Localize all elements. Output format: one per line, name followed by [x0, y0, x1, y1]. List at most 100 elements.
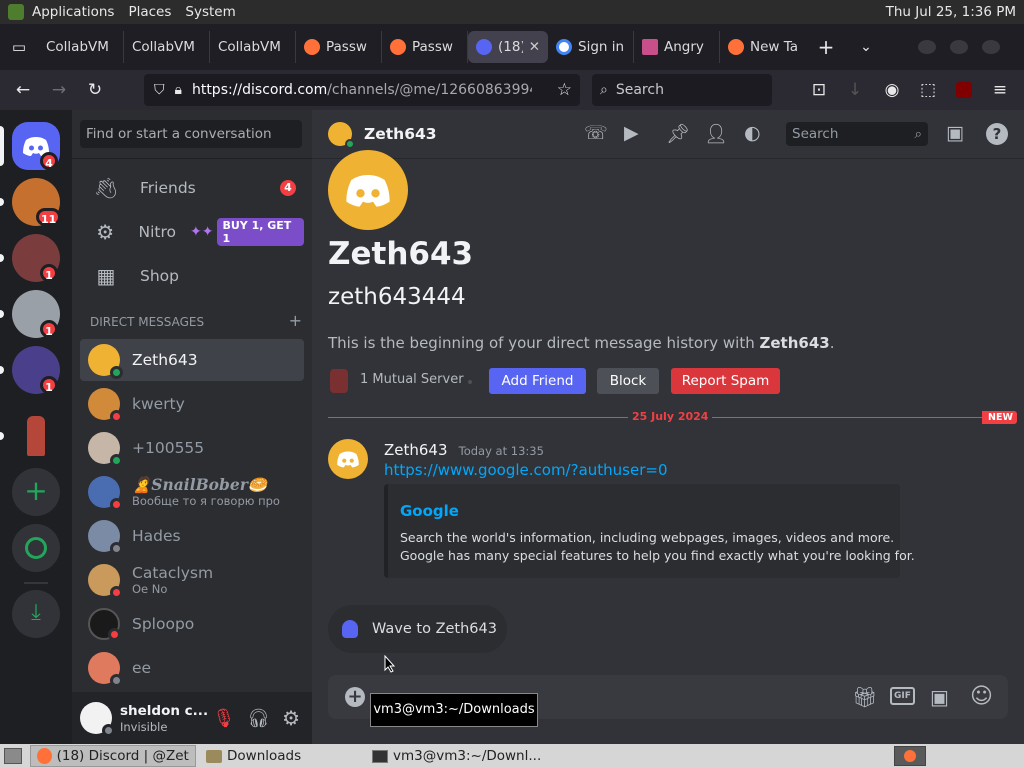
- taskbar-item-downloads[interactable]: Downloads: [200, 745, 366, 767]
- new-tab-plus-icon[interactable]: +: [806, 35, 846, 59]
- header-search-input[interactable]: Search ⌕: [786, 122, 928, 146]
- search-icon: ⌕: [914, 126, 922, 142]
- extensions-icon[interactable]: ⬚: [913, 75, 943, 105]
- dm-item-kwerty[interactable]: kwerty: [80, 383, 304, 425]
- tab-new-tab[interactable]: New Tab: [720, 31, 806, 63]
- taskbar-item-terminal[interactable]: vm3@vm3:~/Downl...: [366, 745, 566, 767]
- close-tab-icon[interactable]: ✕: [529, 39, 540, 55]
- message-timestamp: Today at 13:35: [458, 444, 544, 458]
- embed-title[interactable]: Google: [400, 502, 459, 520]
- server-avatar-5[interactable]: [12, 412, 60, 460]
- dm-item-100555[interactable]: +100555: [80, 427, 304, 469]
- user-info[interactable]: sheldon c... Invisible: [120, 703, 208, 734]
- message-link[interactable]: https://www.google.com/?authuser=0: [384, 461, 668, 479]
- user-avatar[interactable]: [80, 702, 115, 737]
- forward-arrow-icon[interactable]: →: [44, 75, 74, 105]
- dm-item-zeth643[interactable]: Zeth643: [80, 339, 304, 381]
- help-icon[interactable]: ?: [986, 123, 1008, 145]
- headphones-icon[interactable]: 🎧︎: [247, 708, 270, 729]
- browser-search-bar[interactable]: ⌕ Search: [592, 74, 772, 106]
- clock[interactable]: Thu Jul 25, 1:36 PM: [886, 4, 1016, 20]
- pocket-icon[interactable]: ⊡: [804, 75, 834, 105]
- dm-item-ee[interactable]: ee: [80, 647, 304, 689]
- sticker-icon[interactable]: ▣: [930, 685, 949, 709]
- reload-icon[interactable]: ↻: [80, 75, 110, 105]
- workspace-switcher[interactable]: [894, 746, 926, 766]
- voice-call-icon[interactable]: ☏: [584, 122, 608, 144]
- tab-password-2[interactable]: Passw: [382, 31, 468, 63]
- status-dnd-icon: [110, 498, 123, 511]
- user-status: Invisible: [120, 719, 168, 734]
- add-friend-button[interactable]: Add Friend: [489, 368, 586, 394]
- places-menu[interactable]: Places: [128, 4, 171, 20]
- system-menu[interactable]: System: [185, 4, 235, 20]
- bookmark-star-icon[interactable]: ☆: [557, 80, 572, 100]
- firefox-icon: [390, 39, 406, 55]
- gift-icon[interactable]: 🎁︎: [852, 685, 877, 709]
- tab-password-1[interactable]: Passw: [296, 31, 382, 63]
- add-server-button[interactable]: +: [12, 468, 60, 516]
- explore-servers-button[interactable]: [12, 524, 60, 572]
- discord-tab-icon: [476, 39, 492, 55]
- dm-item-cataclysm[interactable]: Cataclysm Oe No: [80, 559, 304, 601]
- inbox-icon[interactable]: ▣: [946, 122, 964, 144]
- intro-username: zeth643444: [328, 284, 466, 310]
- sidebar-item-shop[interactable]: ▦ Shop: [80, 255, 304, 297]
- user-settings-gear-icon[interactable]: ⚙: [282, 706, 300, 730]
- applications-menu[interactable]: Applications: [32, 4, 114, 20]
- pinned-messages-icon[interactable]: 📌︎: [666, 122, 690, 145]
- firefox-icon: [904, 750, 916, 762]
- tab-collabvm-3[interactable]: CollabVM: [210, 31, 296, 63]
- url-bar[interactable]: ⛉ 🔒︎ https://discord.com/channels/@me/12…: [144, 74, 580, 106]
- dm-item-sploopo[interactable]: Sploopo: [80, 603, 304, 645]
- video-call-icon[interactable]: ▶: [624, 122, 639, 144]
- report-spam-button[interactable]: Report Spam: [671, 368, 780, 394]
- show-desktop-icon[interactable]: [4, 748, 22, 764]
- tab-angry[interactable]: Angry: [634, 31, 720, 63]
- tab-discord[interactable]: (18) ✕: [468, 31, 548, 63]
- dm-name: Hades: [132, 527, 181, 545]
- sidebar-item-nitro[interactable]: ⚙︎ Nitro ✦✦ BUY 1, GET 1: [80, 211, 304, 253]
- tab-collabvm-1[interactable]: CollabVM: [38, 31, 124, 63]
- dm-item-hades[interactable]: Hades: [80, 515, 304, 557]
- list-tabs-chevron-icon[interactable]: ⌄: [846, 39, 886, 55]
- sparkle-icon: ✦✦: [190, 224, 214, 240]
- taskbar-item-firefox[interactable]: (18) Discord | @Zet...: [30, 745, 196, 767]
- message-avatar[interactable]: [328, 439, 368, 479]
- window-close-icon[interactable]: [982, 40, 1000, 54]
- attach-plus-icon[interactable]: +: [345, 687, 365, 707]
- emoji-icon[interactable]: ☺: [970, 684, 993, 709]
- dm-name: Cataclysm: [132, 564, 214, 582]
- back-arrow-icon[interactable]: ←: [8, 75, 38, 105]
- url-text: https://discord.com/channels/@me/1266086…: [192, 82, 532, 98]
- find-conversation-input[interactable]: Find or start a conversation: [80, 120, 302, 148]
- nitro-label: Nitro: [138, 223, 177, 241]
- tab-sign-in[interactable]: Sign in: [548, 31, 634, 63]
- apps-menu-icon[interactable]: [8, 4, 24, 20]
- header-search-placeholder: Search: [792, 126, 839, 142]
- downloads-icon[interactable]: ↓: [840, 75, 870, 105]
- menu-hamburger-icon[interactable]: ≡: [985, 75, 1015, 105]
- ublock-icon[interactable]: [956, 82, 972, 98]
- account-icon[interactable]: ◉: [877, 75, 907, 105]
- mutual-servers[interactable]: 1 Mutual Server: [360, 372, 464, 387]
- window-maximize-icon[interactable]: [950, 40, 968, 54]
- download-apps-button[interactable]: ⤓: [12, 590, 60, 638]
- wave-button[interactable]: Wave to Zeth643: [328, 605, 507, 653]
- mute-mic-icon[interactable]: 🎙︎: [212, 708, 235, 729]
- lock-icon: 🔒︎: [174, 82, 182, 98]
- dm-item-snailbober[interactable]: 🙎SnailBober🥯Вообще то я говорю про кит..…: [80, 471, 304, 513]
- create-dm-plus-icon[interactable]: +: [289, 313, 302, 329]
- tab-overview-icon[interactable]: ▭: [0, 38, 38, 56]
- server-indicator: [0, 126, 4, 166]
- user-profile-icon[interactable]: ◐: [744, 122, 761, 144]
- message-author[interactable]: Zeth643: [384, 441, 448, 459]
- gif-icon[interactable]: GIF: [890, 687, 915, 705]
- window-minimize-icon[interactable]: [918, 40, 936, 54]
- add-friends-to-dm-icon[interactable]: 👤︎: [704, 122, 728, 145]
- tab-collabvm-2[interactable]: CollabVM: [124, 31, 210, 63]
- intro-avatar: [328, 150, 408, 230]
- sidebar-item-friends[interactable]: 👋︎ Friends 4: [80, 167, 304, 209]
- compass-icon: [25, 537, 47, 559]
- block-button[interactable]: Block: [597, 368, 659, 394]
